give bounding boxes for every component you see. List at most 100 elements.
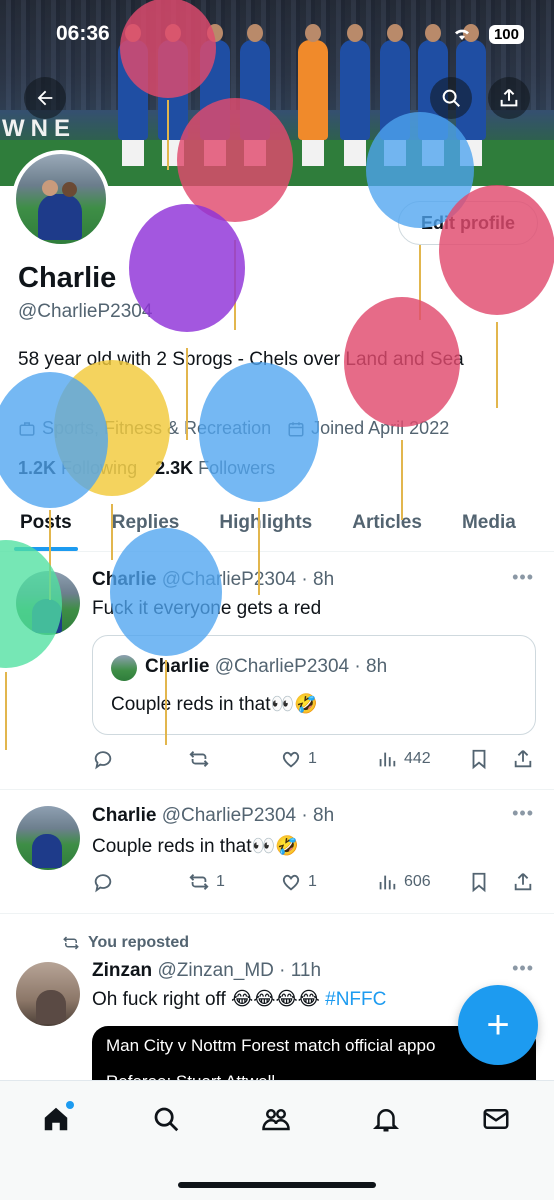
like-button[interactable]: 1 xyxy=(280,871,317,893)
communities-icon xyxy=(262,1109,290,1131)
tweet-avatar[interactable] xyxy=(16,571,80,635)
tab-posts[interactable]: Posts xyxy=(0,494,92,551)
bookmark-icon xyxy=(472,749,486,770)
repost-button[interactable] xyxy=(188,748,216,770)
joined-label: Joined April 2022 xyxy=(311,418,450,438)
profile-avatar[interactable] xyxy=(12,150,110,248)
views-button[interactable]: 606 xyxy=(376,871,431,893)
followers-link[interactable]: 2.3K Followers xyxy=(155,458,275,479)
share-icon xyxy=(500,89,518,107)
category-label: Sports, Fitness & Recreation xyxy=(42,418,272,438)
tweet-text: Couple reds in that👀🤣 xyxy=(92,836,299,857)
nav-home[interactable] xyxy=(36,1099,76,1139)
quote-avatar xyxy=(111,655,137,681)
more-options-icon[interactable]: ••• xyxy=(512,803,534,824)
bookmark-button[interactable] xyxy=(468,748,490,770)
repost-icon xyxy=(63,936,79,950)
tweet-author: Zinzan xyxy=(92,960,153,981)
tab-replies[interactable]: Replies xyxy=(92,494,200,551)
share-icon xyxy=(514,750,532,768)
tweet-text: Oh fuck right off 😂😂😂😂 #NFFC xyxy=(92,989,387,1010)
tweet-header: Charlie @CharlieP2304 · 8h xyxy=(92,569,334,591)
nav-messages[interactable] xyxy=(476,1099,516,1139)
profile-tabs: Posts Replies Highlights Articles Media xyxy=(0,494,554,552)
repost-indicator: You reposted xyxy=(62,934,189,952)
banner-player xyxy=(340,24,370,166)
tweet[interactable]: Charlie @CharlieP2304 · 8h ••• Fuck it e… xyxy=(0,553,554,790)
bookmark-button[interactable] xyxy=(468,871,490,893)
profile-meta: Sports, Fitness & Recreation Joined Apri… xyxy=(18,418,449,439)
calendar-icon xyxy=(288,421,304,436)
hashtag-link[interactable]: #NFFC xyxy=(325,989,386,1010)
share-button[interactable] xyxy=(512,871,534,893)
share-button[interactable] xyxy=(512,748,534,770)
notification-dot xyxy=(66,1101,74,1109)
repost-button[interactable]: 1 xyxy=(188,871,225,893)
banner-player xyxy=(200,24,230,166)
tab-highlights[interactable]: Highlights xyxy=(199,494,332,551)
more-options-icon[interactable]: ••• xyxy=(512,958,534,979)
back-button[interactable] xyxy=(24,77,66,119)
tweet[interactable]: Charlie @CharlieP2304 · 8h ••• Couple re… xyxy=(0,790,554,914)
status-time: 06:36 xyxy=(56,22,110,45)
tweet-author: Charlie xyxy=(92,569,157,590)
tweet-author: Charlie xyxy=(92,805,157,826)
compose-button[interactable]: + xyxy=(458,985,538,1065)
tweet-avatar[interactable] xyxy=(16,806,80,870)
tweet-avatar[interactable] xyxy=(16,962,80,1026)
tweet-header: Zinzan @Zinzan_MD · 11h xyxy=(92,960,321,982)
tab-media[interactable]: Media xyxy=(442,494,536,551)
banner-text: WNE xyxy=(2,115,76,142)
tab-articles[interactable]: Articles xyxy=(332,494,442,551)
wifi-icon xyxy=(452,26,472,47)
more-options-icon[interactable]: ••• xyxy=(512,567,534,588)
reply-icon xyxy=(94,751,112,770)
follow-stats: 1.2K Following 2.3K Followers xyxy=(18,458,275,479)
search-icon xyxy=(442,89,460,107)
search-button[interactable] xyxy=(430,77,472,119)
repost-icon xyxy=(189,751,209,767)
quote-header: Charlie @CharlieP2304 · 8h xyxy=(145,656,388,677)
following-link[interactable]: 1.2K Following xyxy=(18,458,137,479)
reply-button[interactable] xyxy=(92,748,120,770)
notifications-icon xyxy=(372,1109,400,1132)
tweet-meta: @CharlieP2304 · 8h xyxy=(161,805,335,826)
home-indicator xyxy=(178,1182,376,1188)
banner-player xyxy=(118,24,148,166)
bookmark-icon xyxy=(472,872,486,893)
views-icon xyxy=(379,875,396,890)
tweet-meta: @CharlieP2304 · 8h xyxy=(161,569,335,590)
like-button[interactable]: 1 xyxy=(280,748,317,770)
tweet-text: Fuck it everyone gets a red xyxy=(92,598,322,619)
heart-icon xyxy=(282,874,300,891)
nav-search[interactable] xyxy=(146,1099,186,1139)
quote-text: Couple reds in that👀🤣 xyxy=(111,694,318,715)
balloon-icon xyxy=(344,297,460,520)
reply-icon xyxy=(94,874,112,893)
heart-icon xyxy=(282,751,300,768)
tweet-actions: 1 1 606 xyxy=(92,868,538,896)
search-icon xyxy=(154,1107,179,1132)
profile-category: Sports, Fitness & Recreation xyxy=(18,418,271,439)
messages-icon xyxy=(483,1109,509,1129)
home-icon xyxy=(44,1107,68,1131)
repost-icon xyxy=(189,874,209,890)
share-icon xyxy=(514,873,532,891)
tweet-actions: 1 442 xyxy=(92,745,538,773)
share-profile-button[interactable] xyxy=(488,77,530,119)
edit-profile-button[interactable]: Edit profile xyxy=(398,201,538,245)
banner-player xyxy=(158,24,188,166)
profile-joined: Joined April 2022 xyxy=(287,418,449,439)
banner-player xyxy=(298,24,328,166)
status-bar: 06:36 100 xyxy=(56,22,524,52)
banner-player xyxy=(380,24,410,166)
briefcase-icon xyxy=(19,421,35,436)
views-button[interactable]: 442 xyxy=(376,748,431,770)
nav-communities[interactable] xyxy=(256,1099,296,1139)
profile-name: Charlie xyxy=(18,262,117,294)
reply-button[interactable] xyxy=(92,871,120,893)
battery-indicator: 100 xyxy=(488,25,524,44)
nav-notifications[interactable] xyxy=(366,1099,406,1139)
tweet-meta: @Zinzan_MD · 11h xyxy=(157,960,322,981)
quoted-tweet[interactable]: Charlie @CharlieP2304 · 8h Couple reds i… xyxy=(92,635,536,735)
